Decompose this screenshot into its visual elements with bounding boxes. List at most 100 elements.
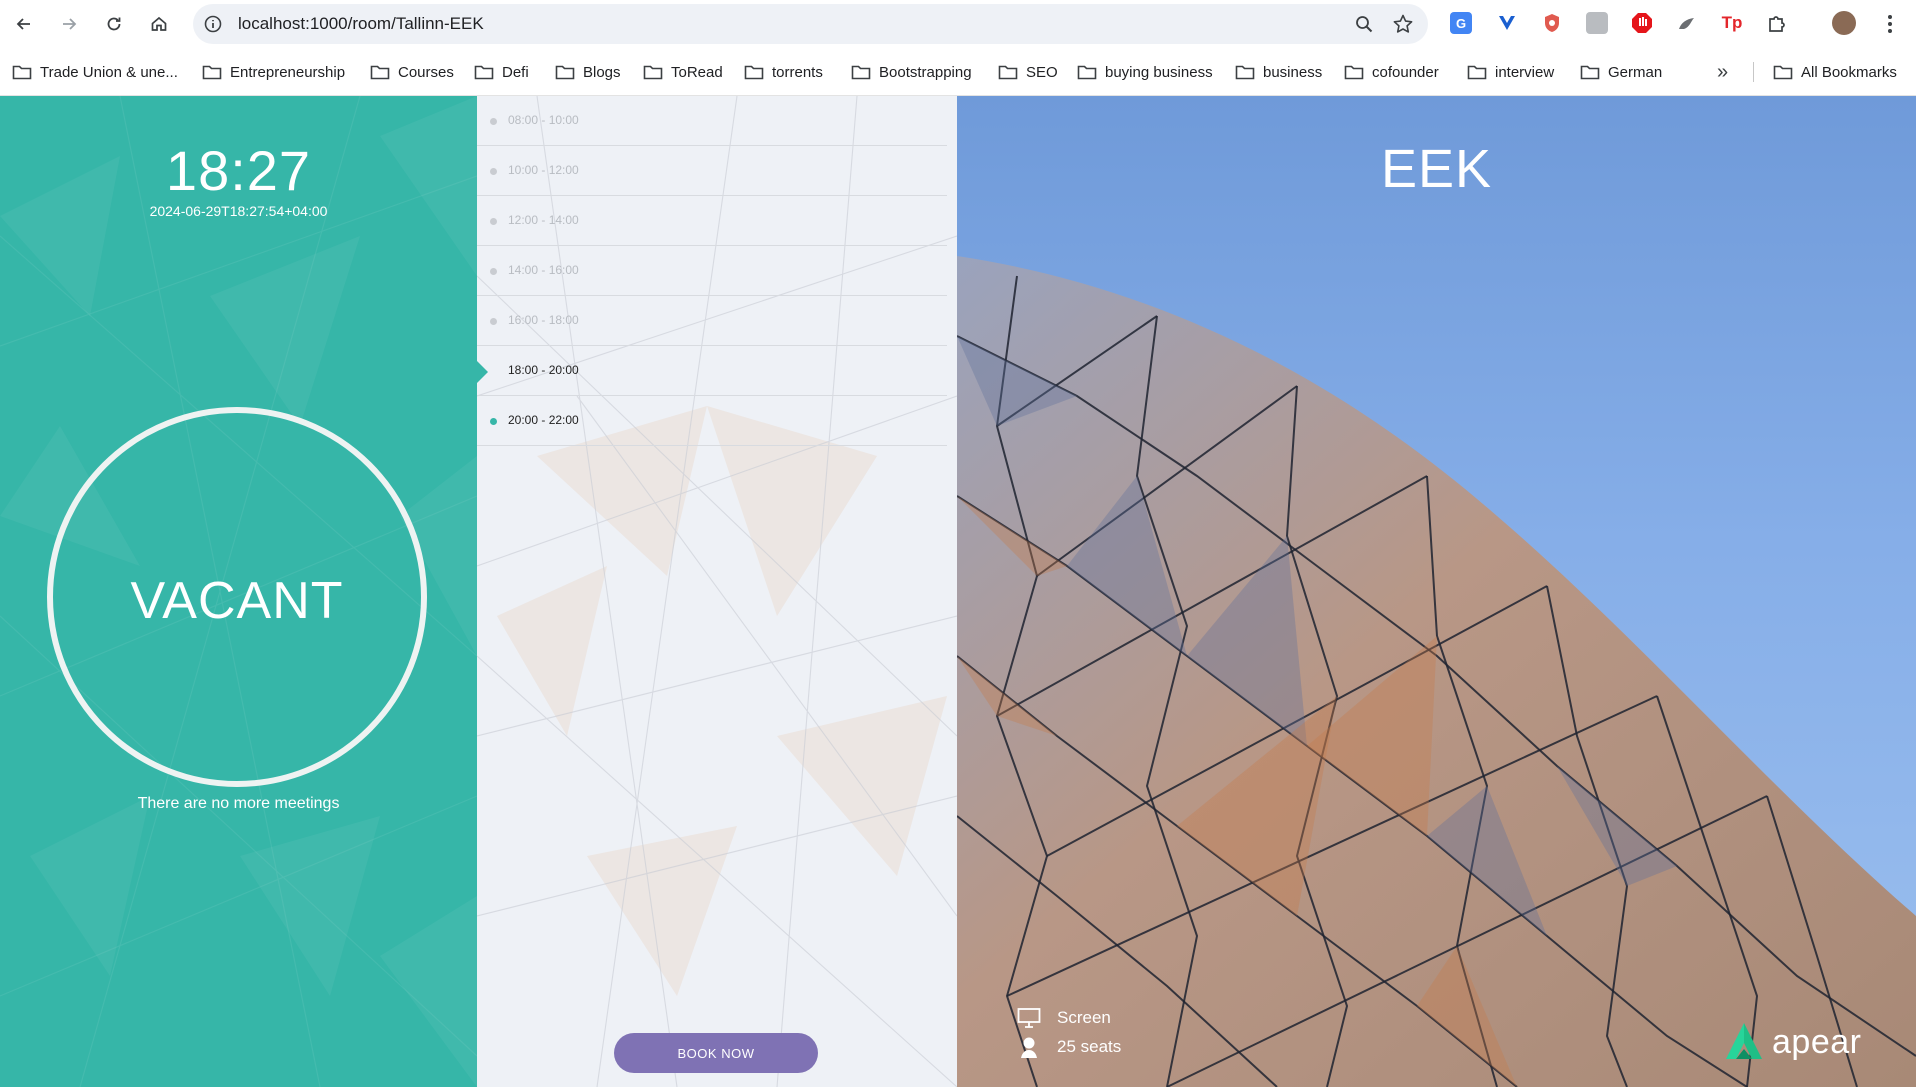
url-text[interactable]: localhost:1000/room/Tallinn-EEK [238, 14, 484, 34]
address-bar[interactable]: localhost:1000/room/Tallinn-EEK [193, 4, 1428, 44]
zoom-icon[interactable] [1354, 14, 1374, 34]
schedule-panel: 08:00 - 10:00 10:00 - 12:00 12:00 - 14:0… [477, 96, 957, 1087]
amenity-label: Screen [1057, 1008, 1111, 1027]
animal-extension-icon[interactable] [1676, 12, 1698, 34]
folder-icon [1467, 65, 1487, 80]
v-extension-icon[interactable] [1496, 12, 1518, 34]
profile-avatar[interactable] [1832, 11, 1856, 35]
folder-icon [643, 65, 663, 80]
folder-icon [1344, 65, 1364, 80]
bookmarks-divider [1753, 62, 1754, 82]
dome-photo [957, 256, 1916, 1087]
slot-dot [490, 268, 497, 275]
adblock-extension-icon[interactable] [1631, 12, 1653, 34]
person-icon [1021, 1037, 1037, 1058]
bookmark-folder[interactable]: Entrepreneurship [202, 60, 345, 84]
folder-icon [1077, 65, 1097, 80]
bookmark-folder[interactable]: SEO [998, 60, 1058, 84]
bookmarks-overflow-button[interactable]: » [1717, 60, 1728, 84]
folder-icon [1580, 65, 1600, 80]
folder-icon [370, 65, 390, 80]
translate-extension-icon[interactable]: G [1450, 12, 1472, 34]
forward-button[interactable] [55, 10, 83, 38]
bookmark-folder[interactable]: Trade Union & une... [12, 60, 178, 84]
time-slot-current[interactable]: 18:00 - 20:00 [477, 346, 947, 396]
browser-toolbar: localhost:1000/room/Tallinn-EEK G Tp [0, 0, 1916, 48]
status-message: There are no more meetings [137, 795, 340, 812]
slot-dot [490, 118, 497, 125]
slot-label: 14:00 - 16:00 [508, 263, 579, 277]
bookmark-folder[interactable]: Defi [474, 60, 529, 84]
brand-name: apear [1772, 1022, 1862, 1061]
slot-label: 16:00 - 18:00 [508, 313, 579, 327]
amenity-seats: 25 seats [1017, 1036, 1121, 1058]
folder-icon [1773, 65, 1793, 80]
folder-icon [744, 65, 764, 80]
arrow-left-icon [16, 18, 30, 30]
bookmarks-bar: Trade Union & une... Entrepreneurship Co… [0, 48, 1916, 96]
bookmark-folder[interactable]: interview [1467, 60, 1554, 84]
slot-dot [490, 168, 497, 175]
amenity-screen: Screen [1017, 1007, 1111, 1029]
folder-icon [12, 65, 32, 80]
folder-icon [474, 65, 494, 80]
current-time: 18:27 [165, 139, 312, 202]
folder-icon [555, 65, 575, 80]
time-slot-next[interactable]: 20:00 - 22:00 [477, 396, 947, 446]
back-button[interactable] [10, 10, 38, 38]
current-timestamp: 2024-06-29T18:27:54+04:00 [149, 203, 328, 219]
reload-button[interactable] [100, 10, 128, 38]
slot-label: 18:00 - 20:00 [508, 363, 579, 377]
slot-label: 08:00 - 10:00 [508, 113, 579, 127]
room-display-app: 18:27 2024-06-29T18:27:54+04:00 VACANT T… [0, 96, 1916, 1087]
amenity-label: 25 seats [1057, 1037, 1122, 1056]
slot-label: 10:00 - 12:00 [508, 163, 579, 177]
status-panel: 18:27 2024-06-29T18:27:54+04:00 VACANT T… [0, 96, 477, 1087]
room-name: EEK [1380, 139, 1493, 199]
time-slot[interactable]: 14:00 - 16:00 [477, 246, 947, 296]
folder-icon [998, 65, 1018, 80]
bookmark-folder[interactable]: Courses [370, 60, 454, 84]
bookmark-folder[interactable]: cofounder [1344, 60, 1439, 84]
home-button[interactable] [145, 10, 173, 38]
slot-dot [490, 218, 497, 225]
folder-icon [1235, 65, 1255, 80]
folder-icon [202, 65, 222, 80]
room-panel: EEK Screen 25 seats apear [957, 96, 1916, 1087]
tp-extension-icon[interactable]: Tp [1721, 12, 1743, 34]
arrow-right-icon [63, 18, 77, 30]
slot-dot [490, 418, 497, 425]
book-now-button[interactable]: BOOK NOW [614, 1033, 818, 1073]
status-label: VACANT [130, 572, 344, 630]
time-slot[interactable]: 12:00 - 14:00 [477, 196, 947, 246]
all-bookmarks-button[interactable]: All Bookmarks [1773, 60, 1897, 84]
bookmark-folder[interactable]: business [1235, 60, 1322, 84]
status-ring: VACANT [47, 407, 427, 787]
bookmark-folder[interactable]: buying business [1077, 60, 1213, 84]
brand-logo: apear [1722, 1021, 1861, 1063]
time-slot[interactable]: 08:00 - 10:00 [477, 96, 947, 146]
bookmark-folder[interactable]: German [1580, 60, 1662, 84]
puzzle-extension-icon[interactable] [1766, 12, 1788, 34]
reader-extension-icon[interactable] [1586, 12, 1608, 34]
current-slot-marker [477, 361, 488, 383]
more-menu-icon[interactable] [1880, 12, 1900, 36]
bookmark-folder[interactable]: Blogs [555, 60, 621, 84]
time-slot-list: 08:00 - 10:00 10:00 - 12:00 12:00 - 14:0… [477, 96, 947, 446]
bookmark-star-icon[interactable] [1392, 13, 1414, 35]
monitor-icon [1017, 1008, 1041, 1028]
folder-icon [851, 65, 871, 80]
reload-icon [107, 17, 121, 31]
slot-label: 20:00 - 22:00 [508, 413, 579, 427]
bookmark-folder[interactable]: torrents [744, 60, 823, 84]
time-slot[interactable]: 16:00 - 18:00 [477, 296, 947, 346]
info-icon[interactable] [203, 14, 223, 34]
apear-logo-icon [1726, 1023, 1762, 1059]
home-icon [151, 16, 167, 31]
time-slot[interactable]: 10:00 - 12:00 [477, 146, 947, 196]
slot-dot [490, 318, 497, 325]
bookmark-folder[interactable]: Bootstrapping [851, 60, 972, 84]
shield-extension-icon[interactable] [1541, 12, 1563, 34]
bookmark-folder[interactable]: ToRead [643, 60, 723, 84]
slot-label: 12:00 - 14:00 [508, 213, 579, 227]
